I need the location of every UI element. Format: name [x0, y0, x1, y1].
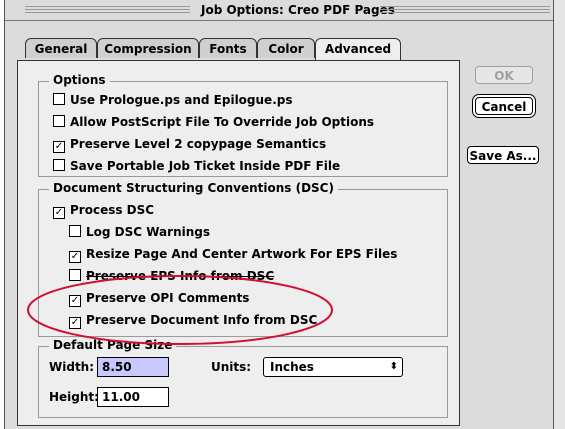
save-as-button[interactable]: Save As...: [467, 146, 539, 164]
units-value: Inches: [270, 360, 314, 374]
checkbox[interactable]: [69, 269, 81, 281]
title-bar[interactable]: Job Options: Creo PDF Pages: [5, 0, 565, 21]
option-use-prologue[interactable]: Use Prologue.ps and Epilogue.ps: [53, 92, 293, 108]
tab-color[interactable]: Color: [257, 38, 315, 58]
option-resize-page[interactable]: ✓ Resize Page And Center Artwork For EPS …: [69, 246, 398, 263]
units-select[interactable]: Inches ⬍: [263, 357, 403, 377]
option-label: Preserve Level 2 copypage Semantics: [70, 137, 327, 151]
option-preserve-doc-info[interactable]: ✓ Preserve Document Info from DSC: [69, 312, 318, 329]
title-bar-stripes-right: [380, 6, 550, 14]
page-size-group-title: Default Page Size: [49, 338, 177, 352]
tab-fonts[interactable]: Fonts: [199, 38, 257, 58]
options-group: Options Use Prologue.ps and Epilogue.ps …: [38, 73, 448, 177]
checkbox-checked[interactable]: ✓: [69, 317, 81, 329]
width-label: Width:: [49, 360, 95, 374]
option-label: Log DSC Warnings: [86, 225, 211, 239]
dsc-group-title: Document Structuring Conventions (DSC): [49, 181, 338, 195]
option-label: Preserve Document Info from DSC: [86, 313, 318, 327]
page-size-group: Default Page Size Width: 8.50 Units: Inc…: [38, 338, 448, 418]
option-label: Preserve OPI Comments: [86, 291, 250, 305]
option-label: Resize Page And Center Artwork For EPS F…: [86, 247, 398, 261]
title-bar-stripes-left: [25, 6, 190, 14]
units-label: Units:: [211, 360, 252, 374]
checkbox[interactable]: [53, 115, 65, 127]
window-title: Job Options: Creo PDF Pages: [195, 3, 401, 17]
height-field[interactable]: 11.00: [97, 387, 169, 407]
cancel-button[interactable]: Cancel: [475, 97, 533, 115]
checkbox[interactable]: [53, 159, 65, 171]
option-label: Process DSC: [70, 203, 155, 217]
option-allow-override[interactable]: Allow PostScript File To Override Job Op…: [53, 114, 374, 130]
tab-compression[interactable]: Compression: [97, 38, 199, 58]
window-edge: [553, 0, 565, 429]
checkbox-checked[interactable]: ✓: [69, 251, 81, 263]
tab-general[interactable]: General: [25, 38, 97, 58]
option-save-job-ticket[interactable]: Save Portable Job Ticket Inside PDF File: [53, 158, 340, 174]
updown-arrow-icon: ⬍: [389, 361, 398, 372]
tab-advanced[interactable]: Advanced: [315, 38, 401, 60]
option-preserve-eps-info[interactable]: Preserve EPS Info from DSC: [69, 268, 274, 284]
checkbox-checked[interactable]: ✓: [69, 295, 81, 307]
option-preserve-level2[interactable]: ✓ Preserve Level 2 copypage Semantics: [53, 136, 327, 153]
dsc-group: Document Structuring Conventions (DSC) ✓…: [38, 181, 448, 337]
option-preserve-opi[interactable]: ✓ Preserve OPI Comments: [69, 290, 250, 307]
height-label: Height:: [49, 390, 99, 404]
width-field[interactable]: 8.50: [97, 357, 169, 377]
option-label: Preserve EPS Info from DSC: [86, 269, 275, 283]
advanced-panel: Options Use Prologue.ps and Epilogue.ps …: [17, 60, 460, 426]
option-process-dsc[interactable]: ✓ Process DSC: [53, 202, 155, 219]
option-label: Use Prologue.ps and Epilogue.ps: [70, 93, 293, 107]
options-group-title: Options: [49, 73, 110, 87]
checkbox-checked[interactable]: ✓: [53, 141, 65, 153]
checkbox-checked[interactable]: ✓: [53, 207, 65, 219]
option-label: Save Portable Job Ticket Inside PDF File: [70, 159, 341, 173]
checkbox[interactable]: [69, 225, 81, 237]
job-options-window: Job Options: Creo PDF Pages General Comp…: [4, 0, 565, 429]
checkbox[interactable]: [53, 93, 65, 105]
ok-button[interactable]: OK: [475, 66, 533, 84]
option-label: Allow PostScript File To Override Job Op…: [70, 115, 375, 129]
option-log-dsc-warnings[interactable]: Log DSC Warnings: [69, 224, 210, 240]
